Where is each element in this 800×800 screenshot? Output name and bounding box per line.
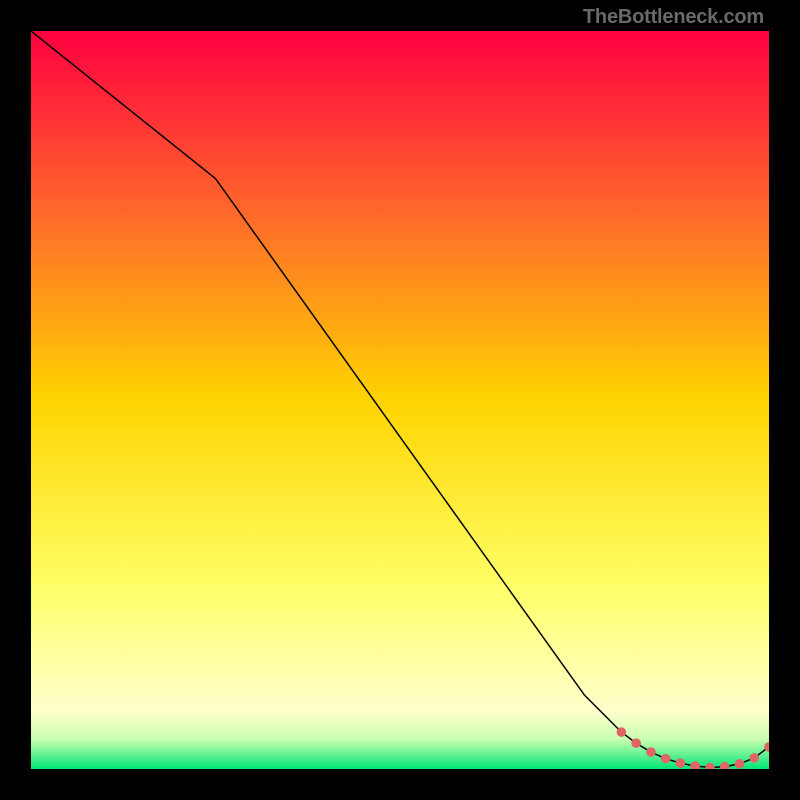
- attribution-text: TheBottleneck.com: [583, 6, 764, 29]
- data-marker: [617, 727, 627, 737]
- data-marker: [676, 758, 686, 768]
- bottleneck-chart: [31, 31, 769, 769]
- data-marker: [631, 738, 641, 748]
- gradient-background: [31, 31, 769, 769]
- data-marker: [646, 747, 656, 757]
- data-marker: [735, 759, 745, 769]
- chart-frame: TheBottleneck.com: [0, 0, 800, 800]
- data-marker: [749, 753, 759, 763]
- data-marker: [661, 754, 671, 764]
